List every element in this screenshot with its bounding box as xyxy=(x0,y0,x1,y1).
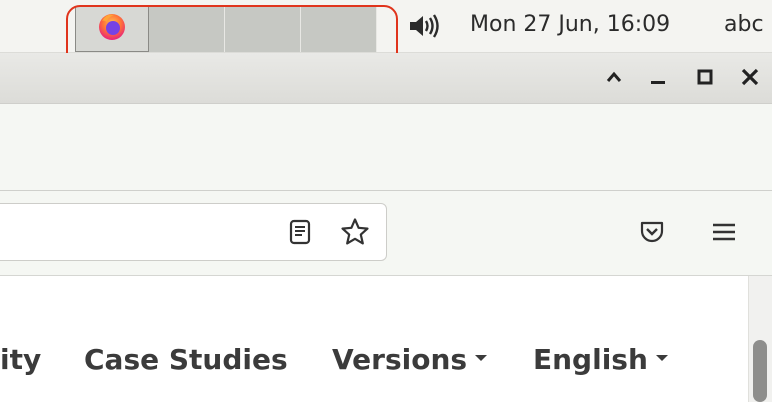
taskbar-item[interactable] xyxy=(225,6,301,52)
nav-link-community[interactable]: ity xyxy=(0,343,41,376)
nav-link-versions[interactable]: Versions xyxy=(332,343,488,376)
taskbar-item[interactable] xyxy=(149,6,225,52)
taskbar xyxy=(75,6,377,52)
bookmark-star-icon[interactable] xyxy=(340,217,369,245)
hamburger-menu-icon[interactable] xyxy=(710,218,738,246)
nav-link-case-studies[interactable]: Case Studies xyxy=(84,343,288,376)
clock[interactable]: Mon 27 Jun, 16:09 xyxy=(470,12,670,37)
caret-down-icon xyxy=(655,355,668,361)
taskbar-item-firefox[interactable] xyxy=(75,6,149,52)
url-bar[interactable] xyxy=(0,203,387,261)
pocket-icon[interactable] xyxy=(638,218,666,246)
chevron-up-icon[interactable] xyxy=(603,66,625,88)
minimize-icon[interactable] xyxy=(647,66,669,88)
scrollbar-thumb[interactable] xyxy=(753,340,767,402)
taskbar-item[interactable] xyxy=(301,6,377,52)
firefox-icon xyxy=(96,11,128,47)
page-content xyxy=(0,276,748,402)
reader-view-icon[interactable] xyxy=(286,218,314,246)
close-icon[interactable] xyxy=(739,66,761,88)
volume-icon[interactable] xyxy=(408,12,440,40)
maximize-icon[interactable] xyxy=(694,66,716,88)
caret-down-icon xyxy=(475,355,488,361)
user-menu[interactable]: abc xyxy=(724,12,764,37)
tab-strip xyxy=(0,104,772,191)
nav-link-english[interactable]: English xyxy=(533,343,668,376)
